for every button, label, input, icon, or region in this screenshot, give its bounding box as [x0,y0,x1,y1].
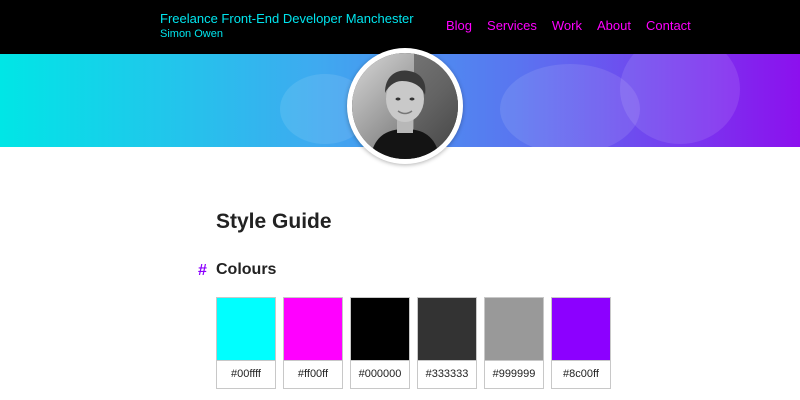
swatch-color-block [485,298,543,361]
nav-work[interactable]: Work [552,18,582,34]
hero-decoration [620,54,740,144]
swatch-color-block [284,298,342,361]
section-title-colours: Colours [216,261,277,278]
swatch-color-block [351,298,409,361]
swatch-label: #333333 [425,368,469,380]
nav-about[interactable]: About [597,18,631,34]
site-header: Freelance Front-End Developer Manchester… [0,0,800,54]
swatch-color-block [217,298,275,361]
hero-decoration [500,64,640,147]
site-title-link[interactable]: Freelance Front-End Developer Manchester [160,11,414,27]
colour-swatch: #ff00ff [283,297,343,389]
swatch-label: #ff00ff [297,368,329,380]
profile-photo-icon [352,53,458,159]
section-anchor-link[interactable]: # [198,262,207,280]
colour-swatch: #999999 [484,297,544,389]
swatch-label: #000000 [358,368,402,380]
main-nav: Blog Services Work About Contact [446,18,706,34]
colour-swatch: #333333 [417,297,477,389]
swatch-label: #8c00ff [563,368,599,380]
colour-swatch: #000000 [350,297,410,389]
swatch-color-block [418,298,476,361]
nav-services[interactable]: Services [487,18,537,34]
avatar [347,48,463,164]
swatch-color-block [552,298,610,361]
swatch-label: #00ffff [231,368,261,380]
colour-swatch: #00ffff [216,297,276,389]
site-subtitle: Simon Owen [160,28,223,40]
brand: Freelance Front-End Developer Manchester… [160,11,414,41]
page-title: Style Guide [216,210,332,233]
swatch-label: #999999 [492,368,536,380]
nav-blog[interactable]: Blog [446,18,472,34]
colour-swatches: #00ffff #ff00ff #000000 #333333 #999999 … [216,297,618,389]
colour-swatch: #8c00ff [551,297,611,389]
nav-contact[interactable]: Contact [646,18,691,34]
